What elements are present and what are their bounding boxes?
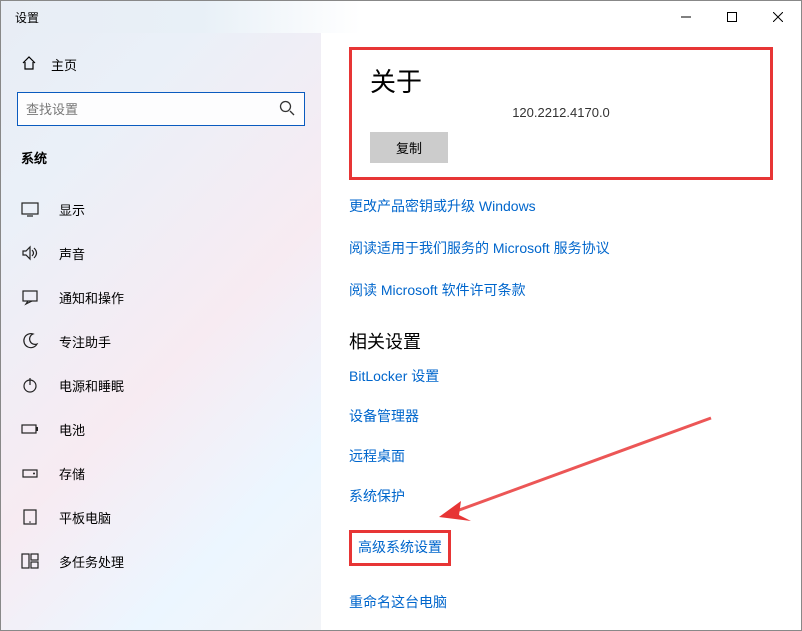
nav-label: 显示 — [59, 200, 85, 219]
nav-storage[interactable]: 存储 — [17, 451, 305, 495]
maximize-button[interactable] — [709, 1, 755, 33]
nav-label: 声音 — [59, 244, 85, 263]
nav-label: 通知和操作 — [59, 288, 124, 307]
link-rename-pc[interactable]: 重命名这台电脑 — [349, 592, 773, 612]
nav-label: 平板电脑 — [59, 508, 111, 527]
sound-icon — [21, 244, 39, 262]
window-title: 设置 — [1, 1, 53, 33]
battery-icon — [21, 420, 39, 438]
titlebar-spacer — [53, 1, 663, 33]
home-icon — [21, 55, 37, 74]
advanced-settings-highlight: 高级系统设置 — [349, 530, 451, 566]
search-icon — [279, 100, 295, 121]
about-heading: 关于 — [370, 62, 752, 99]
title-bar: 设置 — [1, 1, 801, 33]
nav-notifications[interactable]: 通知和操作 — [17, 275, 305, 319]
link-services-agreement[interactable]: 阅读适用于我们服务的 Microsoft 服务协议 — [349, 238, 773, 258]
about-highlight-box: 关于 120.2212.4170.0 复制 — [349, 47, 773, 180]
nav-focus-assist[interactable]: 专注助手 — [17, 319, 305, 363]
nav-power-sleep[interactable]: 电源和睡眠 — [17, 363, 305, 407]
storage-icon — [21, 464, 39, 482]
link-device-manager[interactable]: 设备管理器 — [349, 406, 773, 426]
nav-label: 存储 — [59, 464, 85, 483]
home-label: 主页 — [51, 55, 77, 74]
close-button[interactable] — [755, 1, 801, 33]
nav-sound[interactable]: 声音 — [17, 231, 305, 275]
link-license-terms[interactable]: 阅读 Microsoft 软件许可条款 — [349, 280, 773, 300]
search-input[interactable] — [17, 92, 305, 126]
nav-label: 专注助手 — [59, 332, 111, 351]
link-bitlocker[interactable]: BitLocker 设置 — [349, 366, 773, 386]
home-link[interactable]: 主页 — [17, 51, 305, 92]
nav-label: 电源和睡眠 — [59, 376, 124, 395]
version-text: 120.2212.4170.0 — [370, 105, 752, 120]
copy-button[interactable]: 复制 — [370, 132, 448, 163]
nav-display[interactable]: 显示 — [17, 187, 305, 231]
link-remote-desktop[interactable]: 远程桌面 — [349, 446, 773, 466]
notification-icon — [21, 288, 39, 306]
section-heading: 系统 — [17, 148, 305, 187]
multitask-icon — [21, 552, 39, 570]
nav-battery[interactable]: 电池 — [17, 407, 305, 451]
link-system-protection[interactable]: 系统保护 — [349, 486, 773, 506]
support-links: 更改产品密钥或升级 Windows 阅读适用于我们服务的 Microsoft 服… — [349, 196, 773, 300]
related-heading: 相关设置 — [349, 328, 773, 354]
link-change-product-key[interactable]: 更改产品密钥或升级 Windows — [349, 196, 773, 216]
display-icon — [21, 200, 39, 218]
nav-multitasking[interactable]: 多任务处理 — [17, 539, 305, 583]
focus-icon — [21, 332, 39, 350]
tablet-icon — [21, 508, 39, 526]
nav-tablet[interactable]: 平板电脑 — [17, 495, 305, 539]
link-advanced-system-settings[interactable]: 高级系统设置 — [358, 537, 442, 557]
nav-label: 多任务处理 — [59, 552, 124, 571]
main-content: 关于 120.2212.4170.0 复制 更改产品密钥或升级 Windows … — [321, 33, 801, 630]
minimize-button[interactable] — [663, 1, 709, 33]
nav-label: 电池 — [59, 420, 85, 439]
sidebar: 主页 系统 显示 声音 通知和操作 专注助手 电源和睡眠 — [1, 33, 321, 630]
related-links: BitLocker 设置 设备管理器 远程桌面 系统保护 高级系统设置 重命名这… — [349, 366, 773, 612]
search-container — [17, 92, 305, 126]
power-icon — [21, 376, 39, 394]
